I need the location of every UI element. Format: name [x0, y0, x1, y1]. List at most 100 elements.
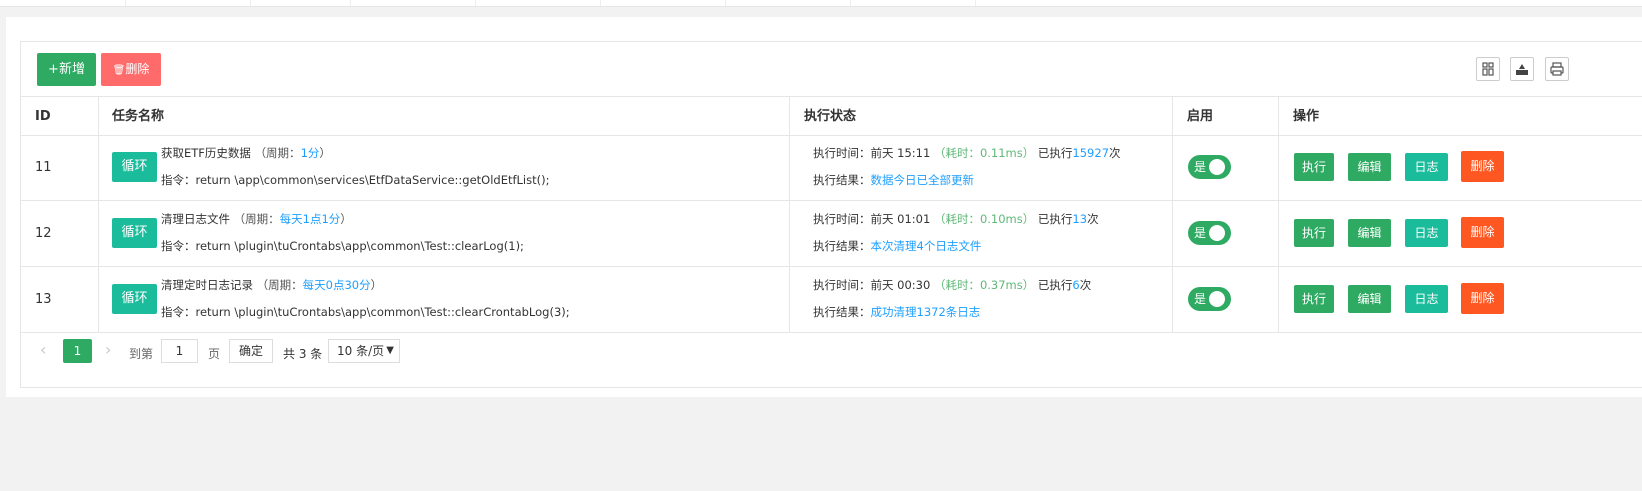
time-label: 执行时间：	[813, 278, 871, 292]
exec-time-line: 执行时间：前天 01:01 （耗时：0.10ms） 已执行13次	[813, 211, 1099, 227]
add-button[interactable]: +新增	[37, 53, 96, 86]
time-value: 前天 00:30	[870, 278, 931, 292]
trash-icon: 🗑	[112, 65, 126, 76]
cmd-label: 指令：	[161, 305, 196, 319]
row-id: 11	[35, 160, 52, 175]
delete-button[interactable]: 删除	[1461, 283, 1504, 314]
time-label: 执行时间：	[813, 146, 871, 160]
task-name: 清理日志文件	[161, 212, 230, 226]
print-icon[interactable]	[1545, 57, 1569, 81]
exec-result-line: 执行结果：数据今日已全部更新	[813, 172, 974, 188]
table-container: +新增 🗑删除 ID 任务名称 执行状态 启用 操作 11 循环 获取ETF历史	[20, 41, 1642, 388]
edit-button[interactable]: 编辑	[1348, 285, 1391, 313]
page-number-input[interactable]: 1	[161, 339, 198, 363]
time-label: 执行时间：	[813, 212, 871, 226]
period-prefix: （周期：	[254, 146, 301, 160]
cmd-value: return \plugin\tuCrontabs\app\common\Tes…	[195, 305, 570, 319]
duration: （耗时：0.37ms）	[933, 278, 1035, 292]
count-value: 6	[1072, 278, 1080, 292]
period-value: 1分	[300, 146, 320, 160]
task-command: 指令：return \app\common\services\EtfDataSe…	[161, 172, 549, 188]
cmd-label: 指令：	[161, 239, 196, 253]
enabled-toggle[interactable]: 是	[1188, 287, 1231, 311]
chevron-down-icon: ▼	[386, 345, 394, 356]
table-header: ID 任务名称 执行状态 启用 操作	[21, 96, 1642, 136]
next-page-icon[interactable]: ›	[105, 340, 111, 359]
page-size-value: 10 条/页	[337, 344, 385, 358]
count-suffix: 次	[1087, 212, 1099, 226]
header-actions: 操作	[1293, 109, 1320, 124]
count-suffix: 次	[1109, 146, 1121, 160]
toggle-knob	[1209, 225, 1225, 241]
cmd-value: return \app\common\services\EtfDataServi…	[195, 173, 550, 187]
confirm-page-button[interactable]: 确定	[229, 339, 273, 363]
delete-button[interactable]: 删除	[1461, 151, 1504, 182]
period-prefix: （周期：	[233, 212, 280, 226]
exec-result-line: 执行结果：本次清理4个日志文件	[813, 238, 981, 254]
delete-selected-label: 删除	[125, 62, 150, 76]
task-name: 获取ETF历史数据	[161, 146, 251, 160]
exec-time-line: 执行时间：前天 15:11 （耗时：0.11ms） 已执行15927次	[813, 145, 1121, 161]
edit-button[interactable]: 编辑	[1348, 153, 1391, 181]
columns-icon[interactable]	[1476, 57, 1500, 81]
header-id: ID	[35, 109, 51, 124]
result-value: 本次清理4个日志文件	[870, 239, 982, 253]
exec-result-line: 执行结果：成功清理1372条日志	[813, 304, 980, 320]
count-value: 15927	[1072, 146, 1110, 160]
edit-button[interactable]: 编辑	[1348, 219, 1391, 247]
header-task-name: 任务名称	[112, 109, 165, 124]
page-size-select[interactable]: 10 条/页 ▼	[328, 339, 400, 363]
strip-divider	[725, 0, 726, 6]
count-prefix: 已执行	[1037, 212, 1073, 226]
pagination: ‹ 1 › 到第 1 页 确定 共 3 条 10 条/页 ▼	[21, 332, 1642, 372]
result-label: 执行结果：	[813, 173, 871, 187]
toggle-label: 是	[1194, 160, 1207, 174]
count-prefix: 已执行	[1037, 278, 1073, 292]
strip-divider	[475, 0, 476, 6]
result-label: 执行结果：	[813, 239, 871, 253]
exec-button[interactable]: 执行	[1294, 285, 1334, 313]
toggle-knob	[1209, 291, 1225, 307]
task-title: 获取ETF历史数据 （周期：1分）	[161, 145, 331, 161]
header-exec-status: 执行状态	[804, 109, 857, 124]
period-suffix: ）	[319, 146, 331, 160]
exec-button[interactable]: 执行	[1294, 219, 1334, 247]
content-panel: +新增 🗑删除 ID 任务名称 执行状态 启用 操作 11 循环 获取ETF历史	[6, 17, 1642, 397]
log-button[interactable]: 日志	[1405, 153, 1448, 181]
page-1-button[interactable]: 1	[63, 339, 92, 363]
strip-divider	[975, 0, 976, 6]
strip-divider	[350, 0, 351, 6]
row-id: 13	[35, 292, 52, 307]
delete-selected-button[interactable]: 🗑删除	[101, 53, 161, 86]
header-enabled: 启用	[1187, 109, 1214, 124]
result-value: 成功清理1372条日志	[870, 305, 981, 319]
strip-divider	[600, 0, 601, 6]
time-value: 前天 15:11	[870, 146, 931, 160]
log-button[interactable]: 日志	[1405, 285, 1448, 313]
period-value: 每天1点1分	[279, 212, 341, 226]
prev-page-icon[interactable]: ‹	[40, 340, 46, 359]
toggle-label: 是	[1194, 292, 1207, 306]
page-unit-label: 页	[208, 347, 221, 361]
task-name: 清理定时日志记录	[161, 278, 253, 292]
row-id: 12	[35, 226, 52, 241]
exec-button[interactable]: 执行	[1294, 153, 1334, 181]
log-button[interactable]: 日志	[1405, 219, 1448, 247]
toggle-label: 是	[1194, 226, 1207, 240]
result-value: 数据今日已全部更新	[870, 173, 975, 187]
cmd-label: 指令：	[161, 173, 196, 187]
export-icon[interactable]	[1510, 57, 1534, 81]
count-value: 13	[1072, 212, 1088, 226]
task-title: 清理日志文件 （周期：每天1点1分）	[161, 211, 352, 227]
delete-button[interactable]: 删除	[1461, 217, 1504, 248]
task-title: 清理定时日志记录 （周期：每天0点30分）	[161, 277, 382, 293]
enabled-toggle[interactable]: 是	[1188, 221, 1231, 245]
loop-tag: 循环	[112, 218, 157, 248]
enabled-toggle[interactable]: 是	[1188, 155, 1231, 179]
period-suffix: ）	[370, 278, 383, 292]
exec-time-line: 执行时间：前天 00:30 （耗时：0.37ms） 已执行6次	[813, 277, 1091, 293]
period-suffix: ）	[340, 212, 352, 226]
count-suffix: 次	[1079, 278, 1092, 292]
period-value: 每天0点30分	[302, 278, 371, 292]
cmd-value: return \plugin\tuCrontabs\app\common\Tes…	[195, 239, 524, 253]
